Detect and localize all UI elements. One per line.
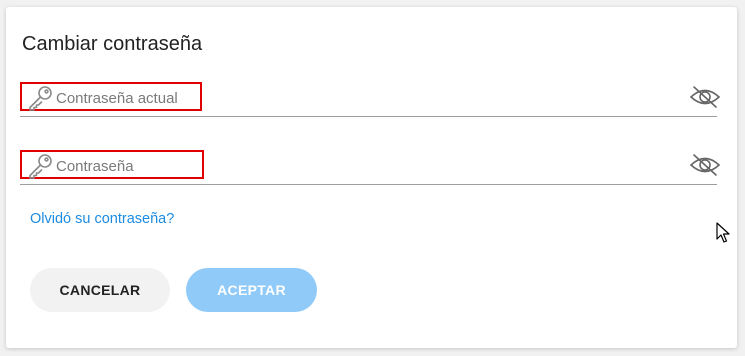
change-password-dialog: Cambiar contraseña Olvidó su contraseña?…	[6, 7, 737, 348]
key-icon	[29, 86, 52, 111]
mouse-cursor-icon	[716, 222, 730, 243]
accept-button[interactable]: ACEPTAR	[186, 268, 317, 312]
cancel-button[interactable]: CANCELAR	[30, 268, 170, 312]
eye-off-icon[interactable]	[689, 153, 721, 177]
new-password-input[interactable]	[56, 155, 656, 177]
current-password-field[interactable]	[20, 76, 721, 117]
current-password-input[interactable]	[56, 87, 656, 109]
forgot-password-link[interactable]: Olvidó su contraseña?	[30, 211, 174, 227]
key-icon	[29, 154, 52, 179]
new-password-field[interactable]	[20, 144, 721, 185]
dialog-title: Cambiar contraseña	[22, 33, 203, 55]
eye-off-icon[interactable]	[689, 85, 721, 109]
